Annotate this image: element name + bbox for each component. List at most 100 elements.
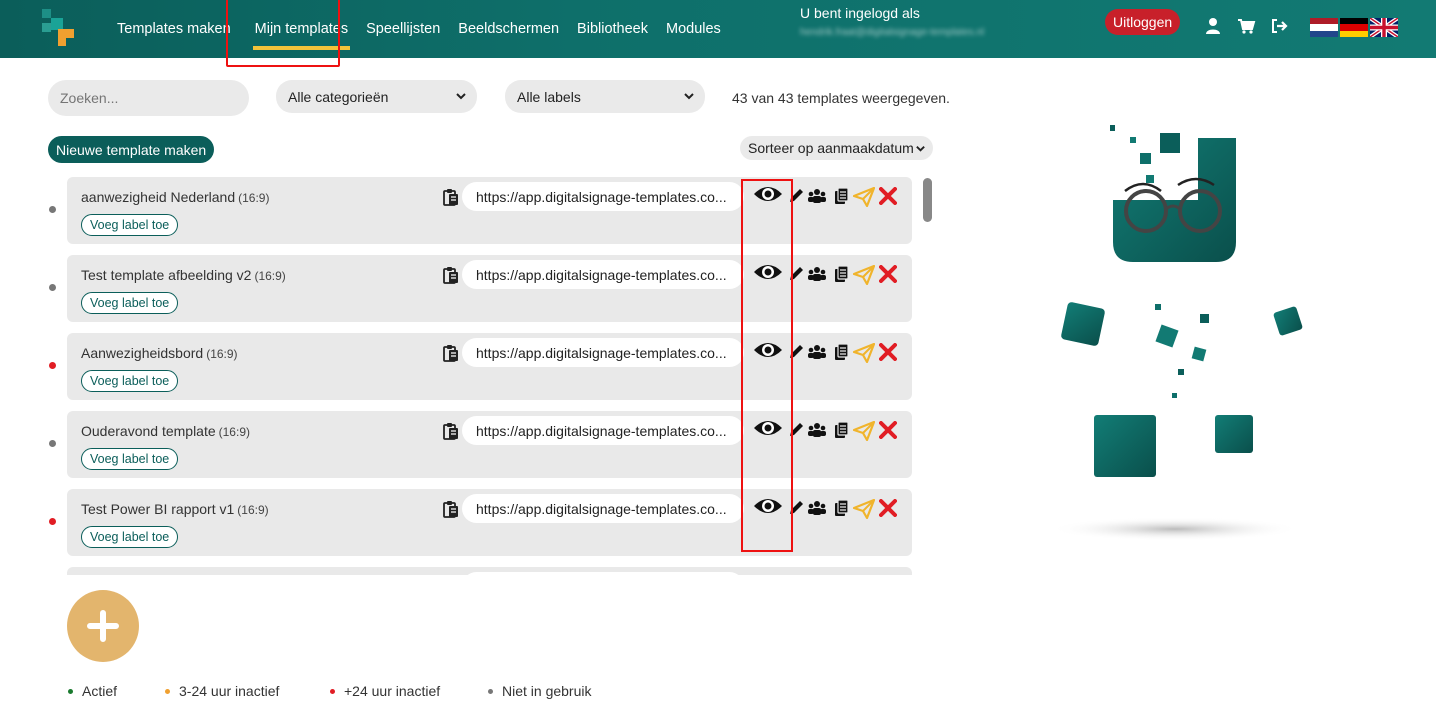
status-dot [49,440,56,447]
users-icon[interactable] [807,265,827,288]
nav-templates-maken[interactable]: Templates maken [108,0,240,58]
template-name: Test template afbeelding v2 (16:9) [81,267,286,283]
chevron-down-icon [684,93,694,100]
copy-icon[interactable] [833,265,851,288]
legend-label: 3-24 uur inactief [179,683,280,699]
plus-icon [87,610,119,642]
eye-icon[interactable] [753,184,783,209]
delete-icon[interactable] [879,187,897,210]
app-logo[interactable] [38,6,82,50]
send-icon[interactable] [852,342,876,368]
list-scrollbar[interactable] [923,178,932,222]
legend-dot [68,688,73,694]
users-icon[interactable] [807,343,827,366]
nav-speellijsten[interactable]: Speellijsten [357,0,449,58]
send-icon[interactable] [852,498,876,524]
legend-dot [165,688,170,694]
eye-icon[interactable] [753,262,783,287]
delete-icon[interactable] [879,499,897,522]
eye-icon[interactable] [753,418,783,443]
nav-mijn-templates[interactable]: Mijn templates [246,0,357,58]
clipboard-icon[interactable] [443,266,459,289]
sign-out-icon[interactable] [1269,16,1289,36]
template-url[interactable]: https://app.digitalsignage-templates.co.… [462,260,744,289]
label-select[interactable]: Alle labels [505,80,705,113]
status-dot [49,206,56,213]
template-row: Test Power BI rapport v1 (16:9) Voeg label… [67,489,912,556]
template-row: Ouderavond template (16:9) Voeg label toe h… [67,411,912,478]
flag-gb[interactable] [1370,18,1398,37]
send-icon[interactable] [852,420,876,446]
legend-dot [330,688,335,694]
template-row: Test template afbeelding v2 (16:9) Voeg la… [67,255,912,322]
users-icon[interactable] [807,499,827,522]
chevron-down-icon [456,93,466,100]
clipboard-icon[interactable] [443,188,459,211]
eye-icon[interactable] [753,340,783,365]
delete-icon[interactable] [879,265,897,288]
copy-icon[interactable] [833,421,851,444]
add-label-button[interactable]: Voeg label toe [81,370,179,392]
nav-bibliotheek[interactable]: Bibliotheek [568,0,657,58]
legend-24: +24 uur inactief [330,683,440,699]
logout-button[interactable]: Uitloggen [1105,9,1181,35]
template-title: Ouderavond template [81,423,216,439]
template-ratio: (16:9) [206,347,238,361]
category-select[interactable]: Alle categorieën [276,80,477,113]
add-label-button[interactable]: Voeg label toe [81,214,179,236]
template-url[interactable]: https://app.digitalsignage-templates.co.… [462,182,744,211]
nav-modules[interactable]: Modules [657,0,730,58]
sort-select[interactable]: Sorteer op aanmaakdatum [740,136,933,160]
delete-icon[interactable] [879,421,897,444]
new-template-button[interactable]: Nieuwe template maken [48,136,215,163]
template-url[interactable] [462,572,744,575]
template-title: Test Power BI rapport v1 [81,501,235,517]
template-name: Ouderavond template (16:9) [81,423,250,439]
pencil-icon[interactable] [787,499,805,522]
add-template-button[interactable] [67,590,139,662]
legend-label: Niet in gebruik [502,683,592,699]
pencil-icon[interactable] [787,265,805,288]
top-navigation-bar: Templates maken Mijn templates Speellijs… [0,0,1436,58]
search-input[interactable] [48,80,249,116]
legend-3-24: 3-24 uur inactief [165,683,279,699]
pencil-icon[interactable] [787,421,805,444]
nav-beeldschermen[interactable]: Beeldschermen [449,0,568,58]
legend-dot [488,688,493,694]
template-ratio: (16:9) [254,269,286,283]
add-label-button[interactable]: Voeg label toe [81,292,179,314]
legend-label: Actief [82,683,118,699]
delete-icon[interactable] [879,343,897,366]
add-label-button[interactable]: Voeg label toe [81,526,179,548]
template-url[interactable]: https://app.digitalsignage-templates.co.… [462,416,744,445]
clipboard-icon[interactable] [443,422,459,445]
template-url[interactable]: https://app.digitalsignage-templates.co.… [462,338,744,367]
robot-illustration [1050,125,1303,541]
pencil-icon[interactable] [787,343,805,366]
copy-icon[interactable] [833,343,851,366]
cart-icon[interactable] [1236,16,1256,36]
users-icon[interactable] [807,421,827,444]
user-info: U bent ingelogd als hendrik.fraat@digita… [800,5,984,38]
status-dot [49,362,56,369]
send-icon[interactable] [852,186,876,212]
send-icon[interactable] [852,264,876,290]
template-name: Test Power BI rapport v1 (16:9) [81,501,269,517]
template-url[interactable]: https://app.digitalsignage-templates.co.… [462,494,744,523]
eye-icon[interactable] [753,496,783,521]
flag-de[interactable] [1340,18,1368,37]
copy-icon[interactable] [833,499,851,522]
add-label-button[interactable]: Voeg label toe [81,448,179,470]
pencil-icon[interactable] [787,187,805,210]
copy-icon[interactable] [833,187,851,210]
flag-nl[interactable] [1310,18,1338,37]
main-nav: Templates maken Mijn templates Speellijs… [108,0,730,58]
users-icon[interactable] [807,187,827,210]
label-select-value: Alle labels [517,88,581,105]
template-row: Aanwezigheidsbord (16:9) Voeg label toe htt… [67,333,912,400]
clipboard-icon[interactable] [443,500,459,523]
template-title: Test template afbeelding v2 [81,267,252,283]
clipboard-icon[interactable] [443,344,459,367]
user-icon[interactable] [1203,16,1223,36]
template-name: aanwezigheid Nederland (16:9) [81,189,269,205]
